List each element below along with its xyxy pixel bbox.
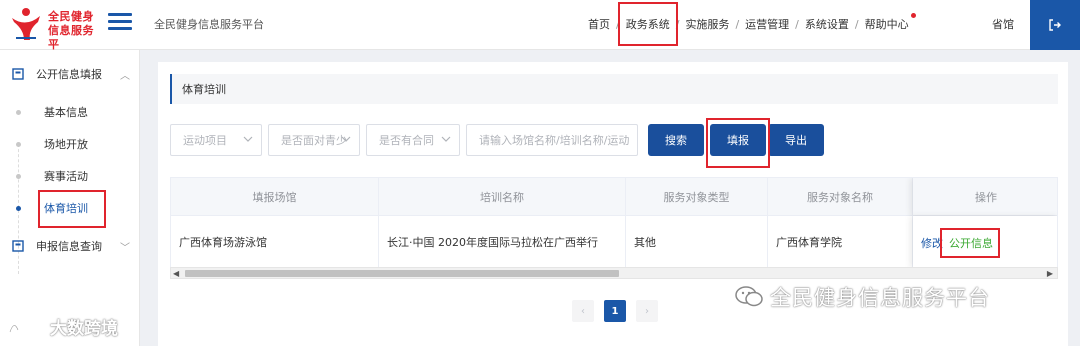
chevron-down-icon — [243, 136, 253, 142]
chevron-up-icon: ︿ — [120, 70, 130, 82]
annotation-box-public — [940, 228, 1000, 258]
sidebar-item-label: 赛事活动 — [44, 170, 88, 183]
nav-implementation-services[interactable]: 实施服务 — [685, 16, 729, 32]
nav-separator: / — [854, 17, 859, 31]
page-number-current[interactable]: 1 — [604, 300, 626, 322]
sidebar-item-basic-info[interactable]: 基本信息 — [0, 96, 140, 128]
cell-service-name: 广西体育学院 — [768, 216, 913, 268]
sidebar-group-label: 申报信息查询 — [36, 240, 102, 253]
annotation-box-fill — [706, 118, 770, 168]
column-header-service-name: 服务对象名称 — [768, 178, 913, 215]
scroll-right-arrow-icon[interactable]: ▶ — [1047, 269, 1053, 278]
cell-actions: 修改 公开信息 — [913, 216, 1057, 268]
scroll-left-arrow-icon[interactable]: ◀ — [173, 269, 179, 278]
sidebar-group-label: 公开信息填报 — [36, 68, 102, 81]
column-header-venue: 填报场馆 — [171, 178, 379, 215]
scrollbar-thumb[interactable] — [185, 270, 619, 277]
horizontal-scrollbar[interactable]: ◀ ▶ — [170, 267, 1058, 279]
prev-page-button[interactable]: ‹ — [572, 300, 594, 322]
youth-select[interactable]: 是否面对青少 — [268, 124, 360, 156]
notification-dot — [910, 13, 916, 18]
watermark-left: 大数跨境 — [8, 314, 118, 339]
top-navigation: 首页 / 政务系统 / 实施服务 / 运营管理 / 系统设置 / 帮助中心 — [588, 2, 916, 46]
export-button[interactable]: 导出 — [768, 124, 824, 156]
column-header-training: 培训名称 — [379, 178, 626, 215]
youth-select-placeholder: 是否面对青少 — [281, 134, 347, 147]
logout-icon — [1049, 19, 1061, 31]
nav-help-center[interactable]: 帮助中心 — [864, 13, 916, 32]
sidebar-item-events[interactable]: 赛事活动 — [0, 160, 140, 192]
logout-button[interactable] — [1030, 0, 1080, 50]
table-header: 填报场馆 培训名称 服务对象类型 服务对象名称 操作 — [171, 178, 1057, 216]
logo-text-line2: 信息服务平 — [48, 24, 94, 51]
document-icon — [12, 240, 24, 252]
training-table: 填报场馆 培训名称 服务对象类型 服务对象名称 操作 广西体育场游泳馆 长江·中… — [170, 177, 1058, 275]
logo-figure-icon — [12, 8, 40, 40]
nav-home[interactable]: 首页 — [588, 16, 610, 32]
bullet-icon — [16, 173, 21, 179]
cell-venue: 广西体育场游泳馆 — [171, 216, 379, 268]
pagination: ‹ 1 › — [572, 300, 668, 322]
sidebar-item-label: 基本信息 — [44, 106, 88, 119]
sidebar-group-public-info[interactable]: 公开信息填报 ︿ — [0, 52, 140, 96]
watermark-right-text: 全民健身信息服务平台 — [770, 286, 990, 310]
sidebar-item-label: 场地开放 — [44, 138, 88, 151]
bullet-icon — [16, 109, 21, 115]
cell-training: 长江·中国 2020年度国际马拉松在广西举行 — [379, 216, 626, 268]
logo-text-line1: 全民健身 — [48, 10, 94, 23]
column-header-service-type: 服务对象类型 — [626, 178, 768, 215]
contract-select-placeholder: 是否有合同 — [379, 134, 434, 147]
watermark-right: 全民健身信息服务平台 — [734, 282, 990, 312]
sport-select-placeholder: 运动项目 — [183, 134, 227, 147]
logo-text: 全民健身 信息服务平 — [48, 10, 98, 52]
chevron-down-icon — [341, 136, 351, 142]
nav-operations-management[interactable]: 运营管理 — [745, 16, 789, 32]
chevron-down-icon — [441, 136, 451, 142]
next-page-button[interactable]: › — [636, 300, 658, 322]
cell-service-type: 其他 — [626, 216, 768, 268]
nav-separator: / — [675, 17, 680, 31]
platform-title: 全民健身信息服务平台 — [154, 18, 264, 31]
nav-separator: / — [795, 17, 799, 31]
bullet-icon — [16, 205, 21, 211]
site-logo[interactable]: 全民健身 信息服务平 — [6, 6, 98, 51]
column-header-actions: 操作 — [913, 178, 1057, 215]
nav-help-center-label: 帮助中心 — [864, 18, 909, 31]
sidebar-group-declaration-query[interactable]: 申报信息查询 ﹀ — [0, 224, 140, 268]
wechat-icon — [735, 286, 763, 307]
sport-select[interactable]: 运动项目 — [170, 124, 262, 156]
bullet-icon — [16, 141, 21, 147]
section-title: 体育培训 — [170, 74, 1058, 104]
table-row: 广西体育场游泳馆 长江·中国 2020年度国际马拉松在广西举行 其他 广西体育学… — [171, 216, 1057, 268]
search-input[interactable]: 请输入场馆名称/培训名称/运动 — [466, 124, 638, 156]
top-header: 全民健身 信息服务平 全民健身信息服务平台 首页 / 政务系统 / 实施服务 /… — [0, 0, 1080, 51]
user-name[interactable]: 省馆 — [992, 16, 1014, 32]
chevron-down-icon: ﹀ — [120, 242, 130, 254]
brand-mark-icon — [8, 321, 44, 332]
form-icon — [12, 68, 24, 80]
search-button[interactable]: 搜索 — [648, 124, 704, 156]
contract-select[interactable]: 是否有合同 — [366, 124, 460, 156]
nav-system-settings[interactable]: 系统设置 — [805, 16, 849, 32]
watermark-left-text: 大数跨境 — [50, 319, 118, 339]
sidebar-item-venue-open[interactable]: 场地开放 — [0, 128, 140, 160]
nav-separator: / — [735, 17, 740, 31]
nav-government-system[interactable]: 政务系统 — [617, 2, 678, 46]
annotation-box-sidebar — [38, 190, 106, 228]
menu-toggle-icon[interactable] — [108, 13, 132, 35]
